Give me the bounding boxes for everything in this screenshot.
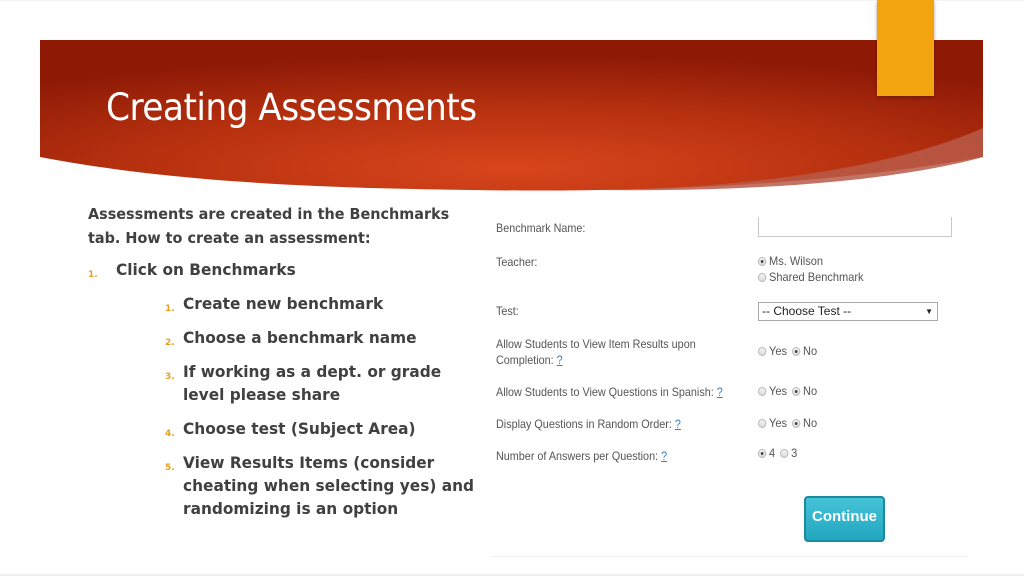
radio-icon[interactable] xyxy=(758,419,767,428)
radio-selected-icon[interactable] xyxy=(791,347,801,356)
radio-icon[interactable] xyxy=(758,273,767,282)
test-select[interactable]: -- Choose Test -- ▼ xyxy=(758,302,938,321)
help-link[interactable]: ? xyxy=(661,449,667,463)
substep-2: 2. Choose a benchmark name xyxy=(165,326,485,349)
teacher-option-ms-wilson[interactable]: Ms. Wilson xyxy=(758,254,825,268)
step-text: Click on Benchmarks xyxy=(116,260,296,279)
view-spanish-options: Yes No xyxy=(758,384,819,398)
benchmark-name-label: Benchmark Name: xyxy=(496,221,586,235)
dropdown-arrow-icon: ▼ xyxy=(925,307,933,316)
step-text: View Results Items (consider cheating wh… xyxy=(183,453,474,518)
teacher-option-shared[interactable]: Shared Benchmark xyxy=(758,270,865,284)
help-link[interactable]: ? xyxy=(675,417,681,431)
radio-icon[interactable] xyxy=(758,387,767,396)
help-link[interactable]: ? xyxy=(557,353,563,367)
view-results-label-2: Completion: ? xyxy=(496,353,563,367)
radio-selected-icon[interactable] xyxy=(758,449,767,458)
answers-per-question-options: 4 3 xyxy=(758,446,799,460)
step-text: If working as a dept. or grade level ple… xyxy=(183,362,442,404)
benchmark-name-input[interactable] xyxy=(758,217,952,237)
radio-selected-icon[interactable] xyxy=(791,387,801,396)
teacher-label: Teacher: xyxy=(496,255,538,269)
intro-text: Assessments are created in the Benchmark… xyxy=(88,205,450,247)
benchmark-form: Benchmark Name: Teacher: Ms. Wilson Shar… xyxy=(488,200,968,560)
view-spanish-label: Allow Students to View Questions in Span… xyxy=(496,385,723,399)
answers-per-question-label: Number of Answers per Question: ? xyxy=(496,449,668,463)
step-number: 1. xyxy=(88,270,98,280)
substep-5: 5. View Results Items (consider cheating… xyxy=(165,451,490,520)
step-number: 4. xyxy=(165,429,175,439)
help-link[interactable]: ? xyxy=(717,385,723,399)
radio-selected-icon[interactable] xyxy=(791,419,801,428)
random-order-label: Display Questions in Random Order: ? xyxy=(496,417,681,431)
slide-title: Creating Assessments xyxy=(106,86,477,129)
form-divider xyxy=(492,556,968,557)
step-1: 1. Click on Benchmarks xyxy=(88,258,468,281)
step-text: Create new benchmark xyxy=(183,294,384,313)
accent-tab xyxy=(877,0,934,96)
substep-3: 3. If working as a dept. or grade level … xyxy=(165,360,475,406)
step-text: Choose a benchmark name xyxy=(183,328,417,347)
radio-icon[interactable] xyxy=(758,347,767,356)
view-results-options: Yes No xyxy=(758,344,819,358)
top-rule xyxy=(0,0,1024,1)
step-number: 5. xyxy=(165,463,175,473)
radio-selected-icon[interactable] xyxy=(758,257,767,266)
random-order-options: Yes No xyxy=(758,416,819,430)
step-number: 3. xyxy=(165,372,175,382)
test-select-value: -- Choose Test -- xyxy=(762,304,852,318)
radio-icon[interactable] xyxy=(780,449,789,458)
test-label: Test: xyxy=(496,304,519,318)
step-text: Choose test (Subject Area) xyxy=(183,419,416,438)
step-number: 1. xyxy=(165,304,175,314)
substep-1: 1. Create new benchmark xyxy=(165,292,485,315)
substep-4: 4. Choose test (Subject Area) xyxy=(165,417,485,440)
step-number: 2. xyxy=(165,338,175,348)
continue-button[interactable]: Continue xyxy=(804,496,885,542)
view-results-label: Allow Students to View Item Results upon xyxy=(496,337,696,351)
